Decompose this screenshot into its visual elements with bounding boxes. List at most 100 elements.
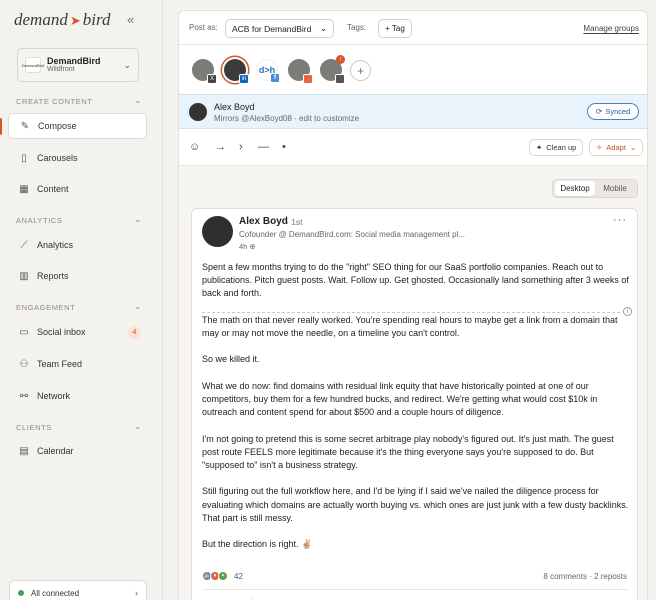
preview-mode-toggle: Desktop Mobile (552, 179, 638, 198)
manage-groups-link[interactable]: Manage groups (583, 24, 639, 33)
sidebar: demand ➤ bird « DemandBird DemandBird Wild… (0, 0, 163, 600)
more-options-icon[interactable]: ··· (613, 214, 627, 226)
adapt-button[interactable]: ✧ Adapt ⌄ (589, 139, 644, 156)
sidebar-item-label: Compose (38, 121, 77, 131)
post-time: 4h ⊕ (239, 242, 256, 251)
sidebar-item-calendar[interactable]: ▤ Calendar (8, 438, 147, 464)
post-paragraph: I'm not going to pretend this is some se… (202, 433, 614, 470)
chevron-down-icon[interactable]: ⌄ (134, 95, 142, 106)
clean-up-button[interactable]: ✦ Clean up (529, 139, 584, 156)
post-as-value: ACB for DemandBird (232, 23, 312, 34)
see-more-fold-line (202, 312, 620, 313)
arrow-right-icon[interactable]: → (215, 141, 226, 153)
post-author: Alex Boyd (239, 216, 288, 227)
section-clients: CLIENTS (16, 423, 52, 432)
sidebar-item-label: Calendar (37, 446, 74, 456)
celebrate-reaction-icon: ✦ (218, 571, 228, 581)
post-paragraph: Spent a few months trying to do the "rig… (202, 262, 629, 299)
brand-arrow-icon: ➤ (69, 13, 81, 28)
network-icon: ⚯ (19, 390, 29, 402)
bullet-icon[interactable]: • (282, 141, 286, 153)
account-avatar[interactable]: ! (320, 55, 345, 84)
account-avatar-selected[interactable]: in (224, 59, 249, 84)
workspace-logo: DemandBird (22, 57, 44, 73)
connection-status-label: All connected (31, 588, 80, 598)
workspace-sub: Wildfront (47, 66, 75, 74)
globe-icon: ⊕ (249, 242, 256, 251)
chevron-down-icon[interactable]: ⌄ (134, 421, 142, 432)
chevron-down-icon[interactable]: ⌄ (134, 214, 142, 225)
post-as-select[interactable]: ACB for DemandBird ⌄ (225, 19, 334, 38)
sidebar-item-label: Network (37, 391, 71, 401)
sync-icon: ⟳ (595, 107, 603, 116)
post-paragraph: Still figuring out the full workflow her… (202, 486, 629, 523)
sidebar-item-carousels[interactable]: ▯ Carousels (8, 145, 147, 171)
post-stats[interactable]: 8 comments · 2 reposts (543, 572, 627, 581)
synced-label: Synced (605, 107, 631, 116)
avatar (202, 216, 233, 247)
section-create-content: CREATE CONTENT (16, 97, 93, 106)
divider (202, 589, 629, 590)
add-account-button[interactable]: + (350, 60, 371, 81)
sidebar-item-label: Content (37, 184, 69, 194)
add-tag-button[interactable]: + Tag (378, 19, 412, 38)
chevron-down-icon: ⌄ (123, 59, 131, 70)
chevron-right-icon: › (135, 588, 138, 598)
sidebar-item-content[interactable]: ▦ Content (8, 176, 147, 202)
sidebar-item-reports[interactable]: ▥ Reports (8, 263, 147, 289)
sidebar-item-label: Analytics (37, 240, 74, 250)
post-paragraph: But the direction is right. ✌🏼 (202, 539, 313, 550)
chevron-down-icon: ⌄ (319, 23, 327, 33)
sidebar-item-label: Social inbox (37, 327, 86, 337)
synced-button[interactable]: ⟳ Synced (587, 103, 639, 120)
account-selector: X in d>h f ! + (179, 45, 647, 94)
x-network-icon: X (207, 74, 217, 84)
mobile-tab[interactable]: Mobile (595, 181, 635, 196)
sidebar-item-label: Carousels (37, 153, 78, 163)
linkedin-icon: in (239, 74, 249, 84)
sidebar-item-network[interactable]: ⚯ Network (8, 383, 147, 409)
em-dash-icon[interactable]: — (258, 141, 269, 153)
inbox-count-badge: 4 (128, 325, 141, 339)
editor-toolbar: ☺ → › — • ✦ Clean up ✧ Adapt ⌄ (179, 129, 647, 166)
pencil-icon: ✎ (20, 120, 30, 132)
sidebar-item-social-inbox[interactable]: ▭ Social inbox 4 (8, 319, 147, 345)
connection-status[interactable]: All connected › (9, 580, 147, 600)
account-avatar[interactable] (288, 59, 313, 84)
sidebar-item-analytics[interactable]: ⟋ Analytics (8, 232, 147, 258)
reactions-summary[interactable]: 👍 ♥ ✦ 42 (202, 571, 243, 581)
sidebar-item-label: Team Feed (37, 359, 83, 369)
chevron-right-icon[interactable]: › (239, 141, 243, 153)
post-paragraph: So we killed it. (202, 354, 260, 365)
reaction-count: 42 (234, 571, 243, 581)
mirror-description: Mirrors @AlexBoyd08 · edit to customize (214, 114, 360, 123)
desktop-tab[interactable]: Desktop (555, 181, 595, 196)
users-icon: ⚇ (19, 358, 29, 370)
grid-icon: ▦ (19, 183, 29, 195)
sidebar-item-team-feed[interactable]: ⚇ Team Feed (8, 351, 147, 377)
chevron-down-icon[interactable]: ⌄ (134, 301, 142, 312)
account-avatar[interactable]: d>h f (256, 59, 280, 83)
account-avatar[interactable]: X (192, 59, 217, 84)
sidebar-item-compose[interactable]: ✎ Compose (8, 113, 147, 139)
compose-topbar: Post as: ACB for DemandBird ⌄ Tags: + Ta… (179, 11, 647, 45)
warning-icon: ! (336, 55, 345, 64)
trend-icon: ⟋ (20, 239, 28, 251)
carousel-icon: ▯ (21, 152, 27, 164)
workspace-switcher[interactable]: DemandBird DemandBird Wildfront ⌄ (17, 48, 139, 82)
avatar (189, 103, 207, 121)
collapse-sidebar-icon[interactable]: « (127, 12, 134, 27)
emoji-icon[interactable]: ☺ (189, 141, 200, 153)
chat-icon: ▭ (19, 326, 29, 338)
info-icon[interactable]: i (623, 307, 632, 316)
facebook-icon: f (270, 73, 280, 83)
bar-chart-icon: ▥ (19, 270, 29, 282)
chevron-down-icon: ⌄ (629, 143, 637, 152)
post-body[interactable]: Spent a few months trying to do the "rig… (202, 261, 630, 565)
brand-logo[interactable]: demand ➤ bird (14, 10, 110, 30)
status-dot-icon (18, 590, 24, 596)
post-paragraph: The math on that never really worked. Yo… (202, 314, 618, 338)
mirror-name: Alex Boyd (214, 102, 255, 112)
sparkle-icon: ✧ (596, 143, 603, 152)
threads-icon (335, 74, 345, 84)
